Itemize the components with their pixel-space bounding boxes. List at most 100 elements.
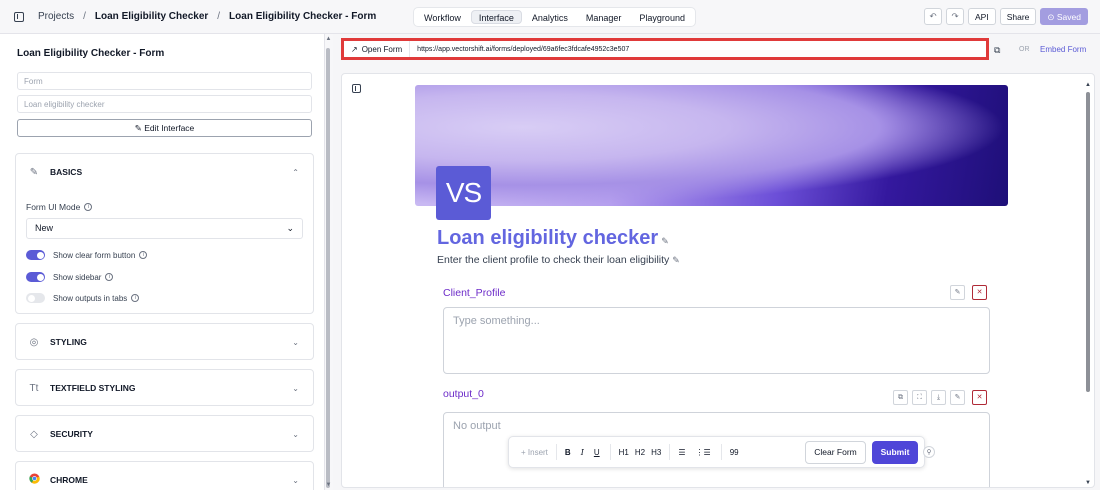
- copy-output-icon[interactable]: ⧉: [893, 390, 908, 405]
- open-form-label: Open Form: [361, 44, 403, 54]
- left-panel-scrollbar[interactable]: ▲ ▼: [325, 34, 333, 490]
- api-button[interactable]: API: [968, 8, 996, 25]
- form-url[interactable]: https://app.vectorshift.ai/forms/deploye…: [410, 46, 629, 53]
- italic-button[interactable]: I: [581, 448, 584, 457]
- delete-field-icon[interactable]: ✕: [972, 390, 987, 405]
- edit-icon: ✎: [134, 123, 145, 133]
- section-chrome-label: CHROME: [50, 475, 88, 485]
- section-security-header[interactable]: ◇ SECURITY ⌄: [16, 416, 313, 452]
- embed-form-link[interactable]: Embed Form: [1040, 45, 1086, 54]
- tab-workflow[interactable]: Workflow: [416, 10, 469, 24]
- info-icon: i: [139, 251, 148, 259]
- form-logo: VS: [436, 166, 491, 220]
- top-tabs: Workflow Interface Analytics Manager Pla…: [413, 7, 696, 27]
- output-placeholder: No output: [453, 420, 501, 432]
- text-icon: Tt: [29, 382, 39, 394]
- delete-field-icon[interactable]: ✕: [972, 285, 987, 300]
- copy-icon[interactable]: ⧉: [994, 45, 1000, 56]
- open-form-button[interactable]: ↗ Open Form: [344, 41, 411, 57]
- edit-interface-button[interactable]: ✎ Edit Interface: [17, 119, 312, 137]
- section-basics-header[interactable]: ✎ BASICS ⌃: [16, 154, 313, 190]
- scroll-up-icon[interactable]: ▲: [325, 36, 332, 42]
- description-field[interactable]: Loan eligibility checker: [17, 95, 312, 113]
- scrollbar-thumb[interactable]: [1086, 92, 1090, 392]
- show-clear-form-toggle[interactable]: [26, 250, 45, 260]
- form-subtitle: Enter the client profile to check their …: [437, 254, 680, 266]
- form-preview: VS Loan eligibility checker ✎ Enter the c…: [341, 73, 1095, 488]
- h2-button[interactable]: H2: [635, 448, 645, 457]
- pencil-icon[interactable]: ✎: [672, 255, 680, 265]
- download-icon[interactable]: ⤓: [931, 390, 946, 405]
- info-icon: i: [131, 294, 140, 302]
- scroll-down-icon[interactable]: ▼: [325, 482, 332, 488]
- breadcrumb: Projects / Loan Eligibility Checker / Lo…: [14, 11, 376, 22]
- section-styling: ◎ STYLING ⌄: [15, 323, 314, 360]
- form-ui-mode-label: Form UI Mode i: [26, 202, 93, 212]
- client-profile-input[interactable]: Type something...: [443, 307, 990, 374]
- section-textfield-styling: Tt TEXTFIELD STYLING ⌄: [15, 369, 314, 406]
- breadcrumb-separator: /: [217, 11, 221, 22]
- form-ui-mode-text: Form UI Mode: [26, 202, 81, 212]
- underline-button[interactable]: U: [594, 448, 600, 457]
- sidebar-toggle-icon[interactable]: [14, 11, 24, 22]
- divider: [609, 444, 611, 460]
- pencil-icon[interactable]: ✎: [661, 236, 669, 246]
- chevron-down-icon: ⌄: [292, 337, 299, 347]
- scrollbar-thumb[interactable]: [326, 48, 330, 488]
- breadcrumb-separator: /: [83, 11, 86, 22]
- scroll-down-icon[interactable]: ▼: [1084, 480, 1092, 486]
- section-textfield-styling-header[interactable]: Tt TEXTFIELD STYLING ⌄: [16, 370, 313, 406]
- form-title-text: Loan eligibility checker: [437, 227, 659, 249]
- form-ui-mode-select[interactable]: New ⌄: [26, 218, 303, 239]
- sidebar-toggle-icon[interactable]: [352, 84, 361, 93]
- breadcrumb-project[interactable]: Loan Eligibility Checker: [95, 11, 208, 22]
- bold-button[interactable]: B: [565, 448, 571, 457]
- tab-analytics[interactable]: Analytics: [524, 10, 576, 24]
- external-link-icon: ↗: [351, 44, 358, 54]
- divider: [555, 444, 557, 460]
- info-icon: i: [105, 273, 114, 281]
- quote-icon[interactable]: 99: [730, 448, 739, 457]
- preview-scrollbar[interactable]: ▲ ▼: [1084, 82, 1092, 486]
- tab-playground[interactable]: Playground: [631, 10, 693, 24]
- link-icon[interactable]: ⚲: [923, 446, 935, 458]
- section-chrome: CHROME ⌄: [15, 461, 314, 490]
- show-clear-form-label: Show clear form button: [53, 250, 136, 260]
- section-basics: ✎ BASICS ⌃ Form UI Mode i New ⌄ Show cle…: [15, 153, 314, 314]
- tab-interface[interactable]: Interface: [470, 10, 522, 24]
- tab-manager[interactable]: Manager: [578, 10, 630, 24]
- shield-icon: ◇: [30, 428, 38, 440]
- show-outputs-tabs-toggle[interactable]: [26, 293, 45, 303]
- scroll-up-icon[interactable]: ▲: [1084, 82, 1092, 88]
- palette-icon: ◎: [29, 336, 39, 348]
- breadcrumb-projects[interactable]: Projects: [38, 11, 74, 22]
- h3-button[interactable]: H3: [651, 448, 661, 457]
- clear-form-button[interactable]: Clear Form: [805, 441, 866, 464]
- submit-button[interactable]: Submit: [872, 441, 918, 464]
- section-styling-label: STYLING: [50, 337, 87, 347]
- section-textfield-styling-label: TEXTFIELD STYLING: [50, 383, 136, 393]
- chevron-down-icon: ⌄: [286, 223, 294, 233]
- chevron-down-icon: ⌄: [292, 383, 299, 393]
- numbered-list-icon[interactable]: ⋮☰: [696, 448, 711, 457]
- form-type-field[interactable]: Form: [17, 72, 312, 90]
- share-button[interactable]: Share: [999, 8, 1037, 25]
- saved-button[interactable]: ⊙ Saved: [1040, 8, 1088, 25]
- output-label: output_0: [443, 388, 484, 400]
- h1-button[interactable]: H1: [619, 448, 629, 457]
- expand-icon[interactable]: ⛶: [912, 390, 927, 405]
- show-sidebar-toggle[interactable]: [26, 272, 45, 282]
- interface-settings-panel: Loan Eligibility Checker - Form Form Loa…: [0, 34, 325, 490]
- section-chrome-header[interactable]: CHROME ⌄: [16, 462, 313, 490]
- section-basics-label: BASICS: [50, 167, 83, 177]
- redo-button[interactable]: ↷: [946, 8, 965, 25]
- form-subtitle-text: Enter the client profile to check their …: [437, 254, 670, 266]
- insert-button[interactable]: + Insert: [521, 448, 548, 457]
- info-icon: i: [84, 203, 93, 211]
- bullet-list-icon[interactable]: ☰: [678, 448, 685, 457]
- edit-field-icon[interactable]: ✎: [950, 285, 965, 300]
- toggle-show-outputs-tabs: Show outputs in tabs i: [26, 293, 140, 303]
- edit-field-icon[interactable]: ✎: [950, 390, 965, 405]
- undo-button[interactable]: ↶: [924, 8, 943, 25]
- section-styling-header[interactable]: ◎ STYLING ⌄: [16, 324, 313, 360]
